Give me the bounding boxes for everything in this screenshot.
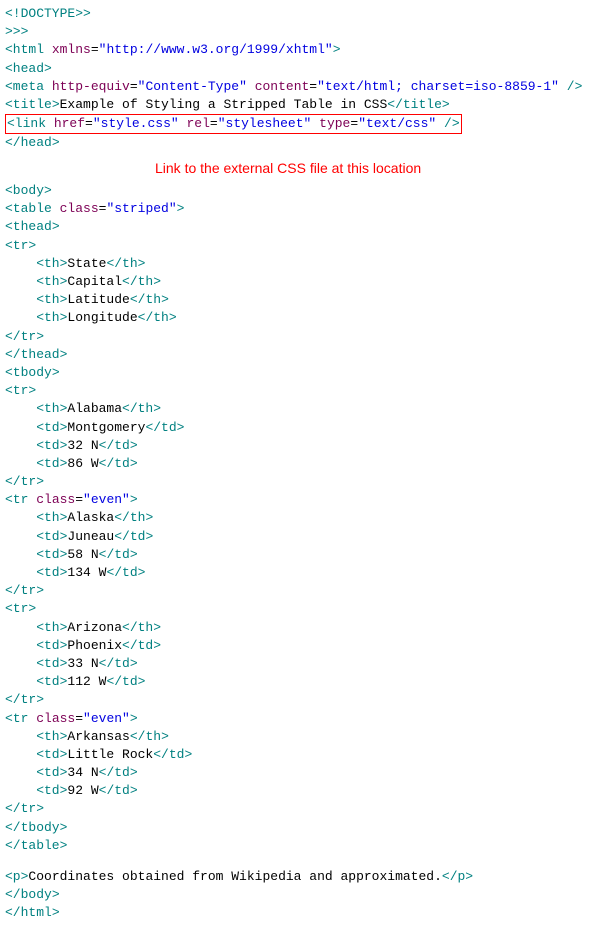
table-cell: <td>Phoenix</td>: [5, 637, 594, 655]
th-row: <th>Capital</th>: [5, 273, 594, 291]
table-cell: <td>92 W</td>: [5, 782, 594, 800]
thead-open: <thead>: [5, 218, 594, 236]
tbody-close: </tbody>: [5, 819, 594, 837]
tbody-open: <tbody>: [5, 364, 594, 382]
table-cell: <th>Arizona</th>: [5, 619, 594, 637]
tr-close: </tr>: [5, 691, 594, 709]
paragraph-line: <p>Coordinates obtained from Wikipedia a…: [5, 868, 594, 886]
title-text: Example of Styling a Stripped Table in C…: [60, 97, 388, 112]
tag: <html xmlns="http://www.w3.org/1999/xhtm…: [5, 42, 341, 57]
table-cell: <td>Little Rock</td>: [5, 746, 594, 764]
table-close: </table>: [5, 837, 594, 855]
doctype-line-1: <!DOCTYPE>>: [5, 5, 594, 23]
table-cell: <td>Montgomery</td>: [5, 419, 594, 437]
tr-close: </tr>: [5, 328, 594, 346]
table-cell: <td>134 W</td>: [5, 564, 594, 582]
code-text: >>>: [5, 24, 28, 39]
table-open: <table class="striped">: [5, 200, 594, 218]
body-close: </body>: [5, 886, 594, 904]
body-open: <body>: [5, 182, 594, 200]
tr-open: <tr>: [5, 600, 594, 618]
tag: <body>: [5, 183, 52, 198]
head-open: <head>: [5, 60, 594, 78]
tr-close: </tr>: [5, 473, 594, 491]
thead-close: </thead>: [5, 346, 594, 364]
tr-open-even: <tr class="even">: [5, 491, 594, 509]
highlight-box: <link href="style.css" rel="stylesheet" …: [5, 114, 462, 134]
html-open: <html xmlns="http://www.w3.org/1999/xhtm…: [5, 41, 594, 59]
table-cell: <td>34 N</td>: [5, 764, 594, 782]
meta-tag: <meta http-equiv="Content-Type" content=…: [5, 78, 594, 96]
tag: <meta http-equiv="Content-Type" content=…: [5, 79, 582, 94]
tag: </head>: [5, 135, 60, 150]
annotation-text: Link to the external CSS file at this lo…: [155, 159, 594, 179]
th-row: <th>State</th>: [5, 255, 594, 273]
th-row: <th>Latitude</th>: [5, 291, 594, 309]
tr-open: <tr>: [5, 382, 594, 400]
table-cell: <td>86 W</td>: [5, 455, 594, 473]
tag-close: </title>: [387, 97, 449, 112]
tag: <tr>: [5, 238, 36, 253]
table-cell: <td>32 N</td>: [5, 437, 594, 455]
blank-line: [5, 855, 594, 868]
table-cell: <td>33 N</td>: [5, 655, 594, 673]
table-cell: <td>58 N</td>: [5, 546, 594, 564]
html-close: </html>: [5, 904, 594, 922]
table-cell: <td>Juneau</td>: [5, 528, 594, 546]
code-text: <!DOCTYPE>>: [5, 6, 91, 21]
table-cell: <th>Alabama</th>: [5, 400, 594, 418]
tag: <table class="striped">: [5, 201, 184, 216]
tr-close: </tr>: [5, 582, 594, 600]
tag: <head>: [5, 61, 52, 76]
th-row: <th>Longitude</th>: [5, 309, 594, 327]
table-cell: <td>112 W</td>: [5, 673, 594, 691]
tag-open: <title>: [5, 97, 60, 112]
doctype-line-2: >>>: [5, 23, 594, 41]
head-close: </head>: [5, 134, 594, 152]
tr-close: </tr>: [5, 800, 594, 818]
link-tag: <link href="style.css" rel="stylesheet" …: [7, 116, 460, 131]
table-cell: <th>Arkansas</th>: [5, 728, 594, 746]
link-line: <link href="style.css" rel="stylesheet" …: [5, 114, 594, 134]
tag: <thead>: [5, 219, 60, 234]
table-cell: <th>Alaska</th>: [5, 509, 594, 527]
tr-open: <tr>: [5, 237, 594, 255]
tr-open-even: <tr class="even">: [5, 710, 594, 728]
title-line: <title>Example of Styling a Stripped Tab…: [5, 96, 594, 114]
